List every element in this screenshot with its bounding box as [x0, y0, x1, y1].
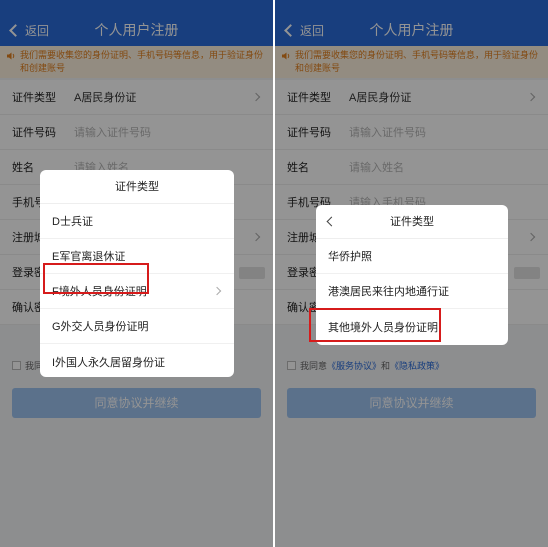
chevron-right-icon [212, 286, 222, 296]
dialog-title: 证件类型 [390, 216, 434, 228]
dialog-header: 证件类型 [316, 205, 508, 239]
left-screen: 返回 个人用户注册 我们需要收集您的身份证明、手机号码等信息，用于验证身份和创建… [0, 0, 273, 547]
highlight-box [43, 263, 149, 294]
option-hk-macao-permit[interactable]: 港澳居民来往内地通行证 [316, 274, 508, 309]
highlight-box [309, 308, 441, 342]
dialog-title: 证件类型 [40, 170, 234, 204]
option-overseas-chinese-passport[interactable]: 华侨护照 [316, 239, 508, 274]
option-soldier-id[interactable]: D士兵证 [40, 204, 234, 239]
option-permanent-residence-id[interactable]: I外国人永久居留身份证 [40, 344, 234, 379]
option-diplomat-id[interactable]: G外交人员身份证明 [40, 309, 234, 344]
right-screen: 返回 个人用户注册 我们需要收集您的身份证明、手机号码等信息，用于验证身份和创建… [275, 0, 548, 547]
chevron-left-icon[interactable] [326, 216, 337, 227]
